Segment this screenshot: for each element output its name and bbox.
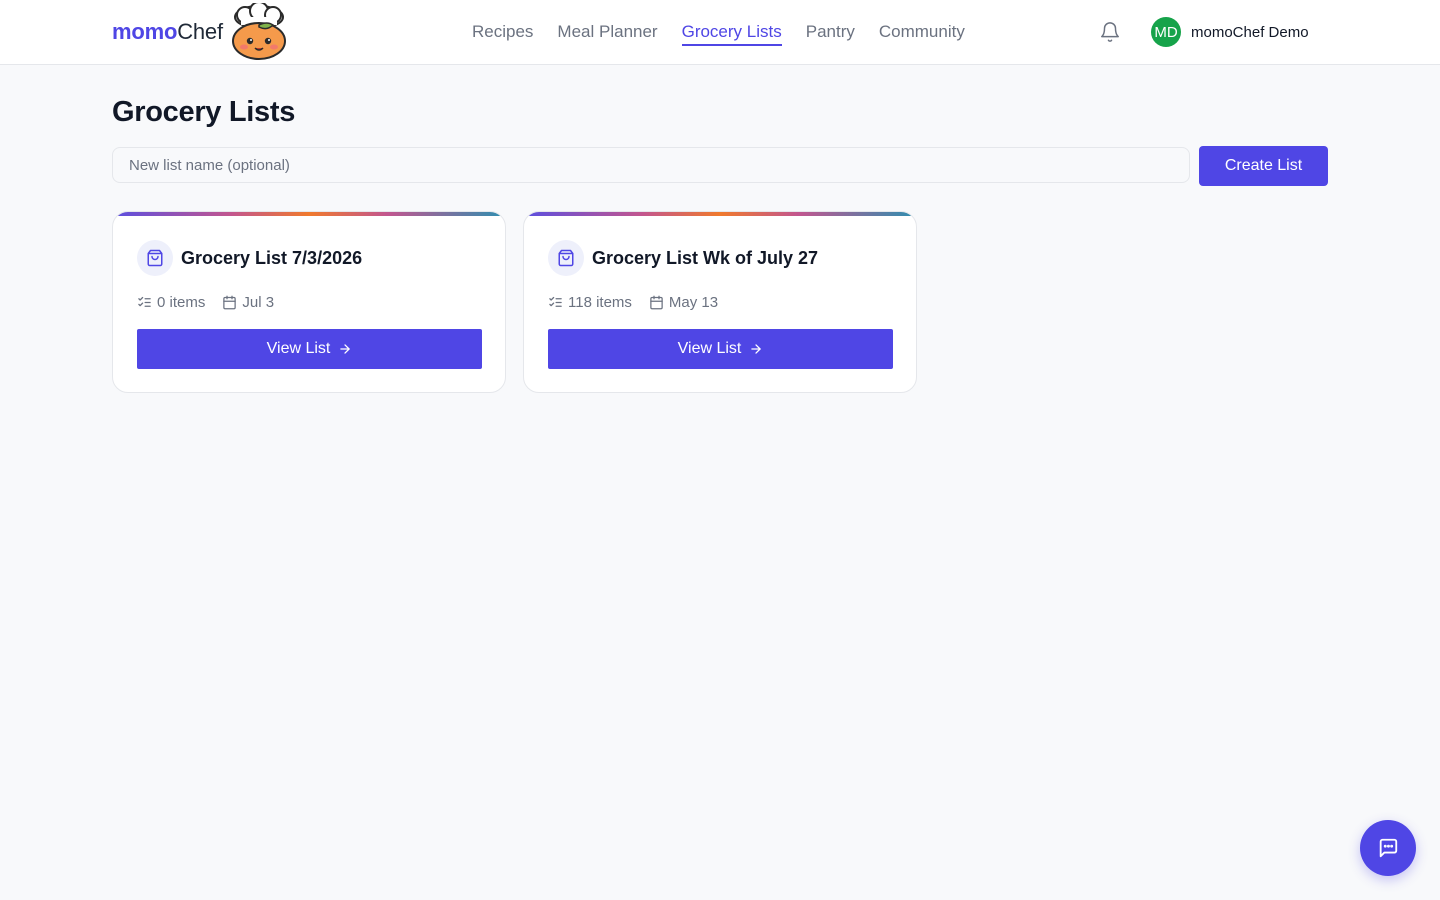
list-date-text: May 13 (668, 293, 719, 311)
brand-wordmark-momo: momo (112, 19, 178, 44)
user-name: momoChef Demo (1191, 23, 1309, 41)
top-navbar: momoChef Recipes Meal Planner Grocery Li… (0, 0, 1440, 65)
view-list-label: View List (266, 340, 331, 357)
view-list-button[interactable]: View List (548, 329, 893, 369)
peach-chef-mascot-icon (231, 3, 286, 60)
arrow-right-icon (340, 344, 351, 354)
nav-pantry[interactable]: Pantry (806, 18, 855, 46)
card-accent-bar (524, 212, 916, 216)
view-list-button[interactable]: View List (137, 329, 482, 369)
nav-recipes[interactable]: Recipes (472, 18, 533, 46)
card-title: Grocery List Wk of July 27 (592, 247, 819, 268)
card-title: Grocery List 7/3/2026 (181, 247, 363, 268)
card-meta: 0 items Jul 3 (137, 292, 274, 312)
card-meta: 118 items May 13 (548, 292, 718, 312)
item-count: 0 items (137, 294, 205, 311)
list-date: May 13 (649, 294, 718, 311)
nav-community[interactable]: Community (879, 18, 965, 46)
page-title: Grocery Lists (112, 96, 296, 128)
chat-icon (1379, 838, 1398, 858)
shopping-bag-icon (137, 240, 173, 276)
shopping-bag-icon (548, 240, 584, 276)
item-count-text: 118 items (568, 293, 632, 311)
calendar-icon (223, 295, 237, 309)
nav-grocery-lists[interactable]: Grocery Lists (681, 18, 782, 46)
user-menu[interactable]: MD momoChef Demo (1151, 17, 1309, 47)
checklist-icon (138, 296, 151, 307)
brand-wordmark: momoChef (112, 19, 223, 45)
list-date-text: Jul 3 (242, 293, 275, 311)
view-list-label: View List (677, 340, 742, 357)
item-count-text: 0 items (157, 293, 206, 311)
brand-wordmark-chef: Chef (177, 19, 223, 44)
card-header: Grocery List 7/3/2026 (137, 240, 362, 276)
arrow-right-icon (751, 344, 762, 354)
main-nav: Recipes Meal Planner Grocery Lists Pantr… (472, 0, 965, 64)
nav-meal-planner[interactable]: Meal Planner (557, 18, 657, 46)
chat-button[interactable] (1360, 820, 1416, 876)
create-list-button[interactable]: Create List (1199, 146, 1328, 186)
grocery-list-card: Grocery List Wk of July 27 118 items May… (523, 211, 917, 393)
item-count: 118 items (548, 294, 632, 311)
list-date: Jul 3 (222, 294, 274, 311)
brand-logo-link[interactable]: momoChef (112, 3, 289, 61)
card-accent-bar (113, 212, 505, 216)
bell-icon[interactable] (1099, 21, 1121, 43)
calendar-icon (650, 295, 663, 309)
checklist-icon (549, 296, 562, 307)
new-list-name-input[interactable] (112, 147, 1190, 183)
card-header: Grocery List Wk of July 27 (548, 240, 818, 276)
grocery-list-card: Grocery List 7/3/2026 0 items Jul 3 View… (112, 211, 506, 393)
avatar: MD (1151, 17, 1181, 47)
